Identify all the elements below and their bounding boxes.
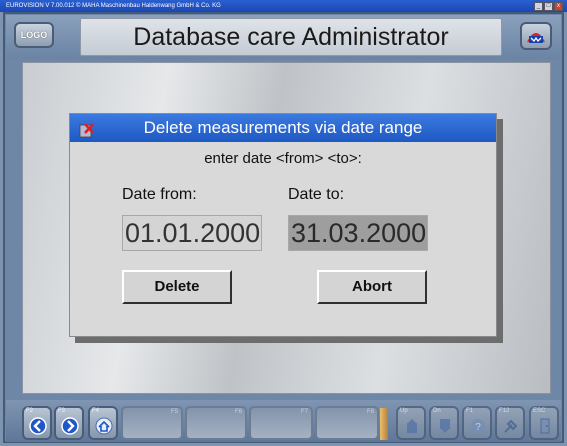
key-label: F6: [234, 409, 242, 415]
dialog-title-bar: Delete measurements via date range: [70, 114, 496, 142]
down-icon: [436, 417, 454, 435]
key-label: Up: [400, 408, 408, 414]
key-label: F12: [499, 408, 510, 414]
dialog-title: Delete measurements via date range: [143, 118, 423, 137]
delete-button[interactable]: Delete: [122, 270, 232, 304]
page-title: Database care Administrator: [80, 18, 502, 56]
delete-icon: [78, 120, 96, 138]
key-label: F7: [300, 409, 308, 415]
tools-button[interactable]: F12: [495, 406, 525, 440]
arrow-right-icon: [61, 417, 79, 435]
key-label: F3: [58, 408, 66, 414]
divider: [380, 408, 388, 440]
key-label: ESC: [533, 408, 546, 414]
page-down-button[interactable]: Dn: [429, 406, 459, 440]
page-up-button[interactable]: Up: [396, 406, 426, 440]
window-controls: _ □ x: [534, 2, 563, 11]
function-slot-f6[interactable]: F6: [185, 406, 247, 440]
close-button[interactable]: x: [554, 2, 563, 11]
exit-icon: [536, 417, 554, 435]
back-button[interactable]: F2: [22, 406, 52, 440]
logo-button[interactable]: LOGO: [14, 22, 54, 48]
escape-button[interactable]: ESC: [529, 406, 559, 440]
window-title-bar: EUROVISION V 7.00.012 © MAHA Maschinenba…: [0, 0, 567, 12]
key-label: F1: [466, 408, 474, 414]
svg-text:?: ?: [475, 422, 481, 433]
date-to-label: Date to:: [288, 186, 345, 203]
home-icon: [95, 417, 113, 435]
help-button[interactable]: F1 ?: [462, 406, 492, 440]
minimize-button[interactable]: _: [534, 2, 543, 11]
up-icon: [403, 417, 421, 435]
window-title: EUROVISION V 7.00.012 © MAHA Maschinenba…: [6, 3, 221, 9]
maximize-button[interactable]: □: [544, 2, 553, 11]
home-button[interactable]: F4: [88, 406, 118, 440]
key-label: F5: [170, 409, 178, 415]
maha-logo-icon[interactable]: [520, 22, 552, 50]
function-slot-f8[interactable]: F8: [315, 406, 379, 440]
tool-icon: [502, 417, 520, 435]
delete-dialog: Delete measurements via date range enter…: [69, 113, 497, 337]
function-slot-f7[interactable]: F7: [249, 406, 313, 440]
date-from-label: Date from:: [122, 186, 197, 203]
dialog-prompt: enter date <from> <to>:: [204, 150, 362, 167]
function-slot-f5[interactable]: F5: [121, 406, 183, 440]
abort-button[interactable]: Abort: [317, 270, 427, 304]
arrow-left-icon: [29, 417, 47, 435]
help-icon: ?: [469, 417, 487, 435]
key-label: F4: [92, 408, 100, 414]
forward-button[interactable]: F3: [54, 406, 84, 440]
key-label: F8: [366, 409, 374, 415]
date-from-field[interactable]: 01.01.2000: [122, 215, 262, 251]
date-to-field[interactable]: 31.03.2000: [288, 215, 428, 251]
key-label: Dn: [433, 408, 441, 414]
key-label: F2: [26, 408, 34, 414]
